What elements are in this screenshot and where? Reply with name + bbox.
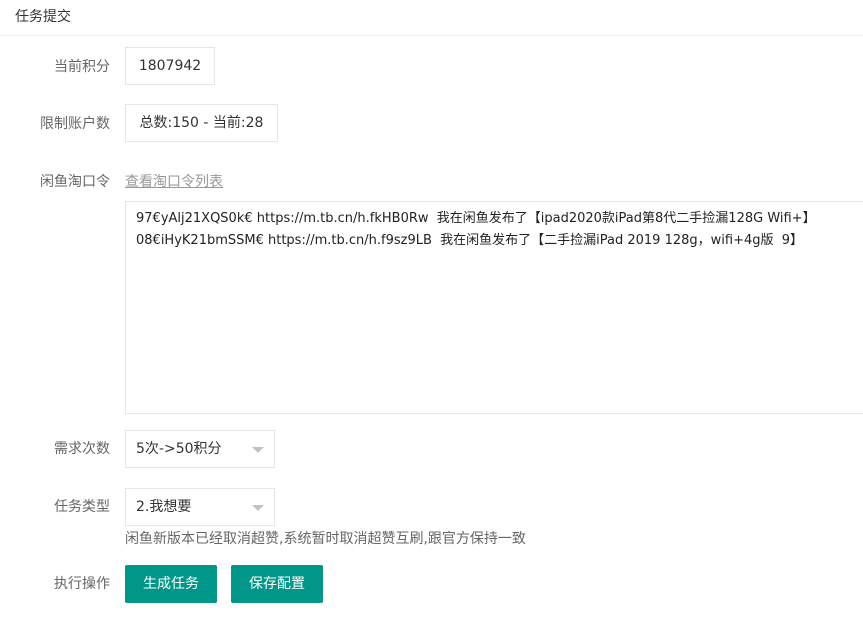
points-label: 当前积分	[54, 59, 110, 75]
task-type-selected: 2.我想要	[136, 499, 192, 515]
panel-header: 任务提交	[0, 0, 863, 36]
points-value: 1807942	[138, 58, 202, 74]
panel-title: 任务提交	[15, 9, 71, 25]
task-type-label: 任务类型	[54, 499, 110, 515]
chevron-down-icon	[252, 505, 264, 511]
demand-count-select[interactable]: 5次->50积分	[125, 430, 275, 468]
points-value-box: 1807942	[125, 47, 215, 85]
password-label: 闲鱼淘口令	[40, 174, 110, 190]
demand-count-label: 需求次数	[54, 441, 110, 457]
account-limit-box: 总数:150 - 当前:28	[125, 104, 278, 142]
demand-count-selected: 5次->50积分	[136, 441, 222, 457]
actions-label: 执行操作	[54, 576, 110, 592]
save-config-button[interactable]: 保存配置	[231, 565, 323, 603]
task-type-select[interactable]: 2.我想要	[125, 488, 275, 526]
password-line: 08€iHyK21bmSSM€ https://m.tb.cn/h.f9sz9L…	[136, 233, 804, 248]
account-limit-label: 限制账户数	[40, 116, 110, 132]
task-type-note: 闲鱼新版本已经取消超赞,系统暂时取消超赞互刷,跟官方保持一致	[125, 531, 526, 547]
account-limit-value: 总数:150 - 当前:28	[139, 115, 264, 131]
generate-task-button[interactable]: 生成任务	[125, 565, 217, 603]
password-line: 97€yAlj21XQS0k€ https://m.tb.cn/h.fkHB0R…	[136, 211, 816, 226]
password-textarea[interactable]: 97€yAlj21XQS0k€ https://m.tb.cn/h.fkHB0R…	[125, 201, 863, 414]
chevron-down-icon	[252, 447, 264, 453]
view-password-list-link[interactable]: 查看淘口令列表	[125, 172, 223, 192]
